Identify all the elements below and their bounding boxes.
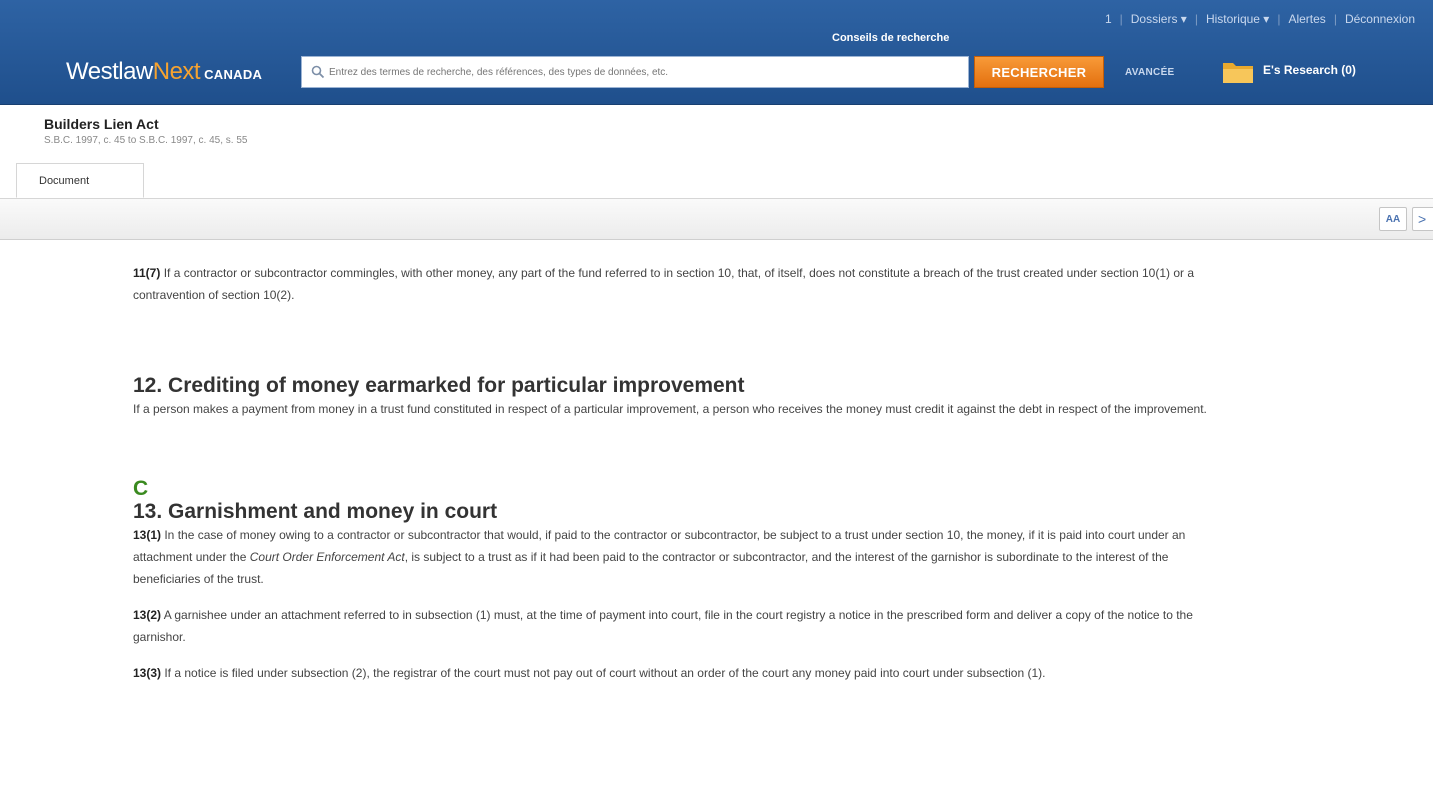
tab-bar: Document (0, 161, 1433, 199)
document-toolbar: AA > (0, 199, 1433, 240)
search-button[interactable]: RECHERCHER (974, 56, 1104, 88)
top-links: 1 | Dossiers ▾ | Historique ▾ | Alertes … (1105, 12, 1415, 26)
top-link-logout[interactable]: Déconnexion (1345, 12, 1415, 26)
section-number: 11(7) (133, 266, 161, 280)
section-13-heading: 13. Garnishment and money in court (133, 500, 498, 523)
paragraph-13-3: 13(3) If a notice is filed under subsect… (133, 662, 1223, 684)
next-button[interactable]: > (1412, 207, 1433, 231)
section-12-text: If a person makes a payment from money i… (133, 402, 1207, 416)
document-title: Builders Lien Act (44, 116, 159, 132)
section-number: 13(1) (133, 528, 162, 542)
keycite-flag-icon[interactable]: C (133, 478, 1223, 500)
section-number: 13(3) (133, 666, 162, 680)
separator: | (1119, 12, 1123, 26)
paragraph-text: A garnishee under an attachment referred… (133, 608, 1193, 644)
section-12-heading: 12. Crediting of money earmarked for par… (133, 374, 745, 397)
top-link-history[interactable]: Historique ▾ (1206, 12, 1269, 26)
logo-main: Westlaw (66, 58, 153, 85)
advanced-search-link[interactable]: AVANCÉE (1125, 67, 1175, 78)
document-body: 11(7) If a contractor or subcontractor c… (133, 262, 1223, 684)
search-box (301, 56, 969, 88)
paragraph-13-2: 13(2) A garnishee under an attachment re… (133, 604, 1223, 648)
search-input[interactable] (325, 65, 968, 79)
top-link-count[interactable]: 1 (1105, 12, 1112, 26)
research-folder-link[interactable]: E's Research (0) (1263, 63, 1356, 77)
paragraph-11-7: 11(7) If a contractor or subcontractor c… (133, 262, 1223, 306)
text-size-button[interactable]: AA (1379, 207, 1407, 231)
westlaw-logo[interactable]: WestlawNext CANADA (66, 58, 262, 86)
tab-document[interactable]: Document (16, 163, 144, 198)
search-icon (311, 65, 325, 79)
top-link-alerts[interactable]: Alertes (1288, 12, 1325, 26)
search-tips-link[interactable]: Conseils de recherche (832, 32, 949, 44)
logo-suffix: CANADA (204, 67, 263, 82)
header-bar: 1 | Dossiers ▾ | Historique ▾ | Alertes … (0, 0, 1433, 105)
logo-next: Next (152, 58, 201, 85)
separator: | (1277, 12, 1281, 26)
paragraph-13-1: 13(1) In the case of money owing to a co… (133, 524, 1223, 590)
section-number: 13(2) (133, 608, 162, 622)
top-link-folders[interactable]: Dossiers ▾ (1131, 12, 1187, 26)
separator: | (1333, 12, 1337, 26)
paragraph-text: If a notice is filed under subsection (2… (161, 666, 1046, 680)
statute-link: Court Order Enforcement Act (249, 550, 405, 564)
folder-icon[interactable] (1222, 58, 1254, 84)
paragraph-text: If a contractor or subcontractor comming… (133, 266, 1195, 302)
document-citation: S.B.C. 1997, c. 45 to S.B.C. 1997, c. 45… (44, 135, 248, 146)
separator: | (1194, 12, 1198, 26)
